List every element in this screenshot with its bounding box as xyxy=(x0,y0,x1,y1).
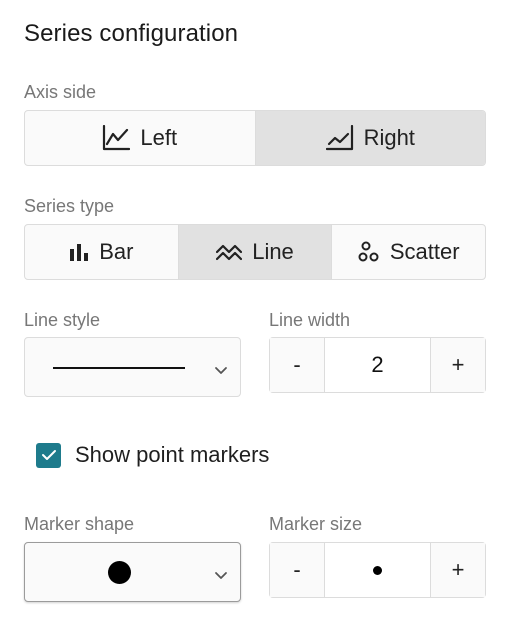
filled-circle-icon xyxy=(108,561,131,584)
panel-title: Series configuration xyxy=(24,20,239,47)
axis-side-right-button[interactable]: Right xyxy=(254,111,485,165)
marker-shape-label: Marker shape xyxy=(24,514,135,534)
series-type-bar-label: Bar xyxy=(99,239,134,264)
series-type-scatter-button[interactable]: Scatter xyxy=(331,225,485,279)
marker-size-label: Marker size xyxy=(269,514,363,534)
chevron-down-icon xyxy=(214,362,228,380)
marker-size-decrement-button[interactable]: - xyxy=(270,543,325,597)
line-width-increment-button[interactable]: + xyxy=(430,338,485,392)
series-type-label: Series type xyxy=(24,196,115,216)
axis-side-toggle: Left Right xyxy=(24,110,486,166)
axis-side-left-button[interactable]: Left xyxy=(25,111,255,165)
solid-line-swatch xyxy=(53,367,185,369)
line-width-value[interactable]: 2 xyxy=(325,338,430,392)
line-style-label: Line style xyxy=(24,310,101,330)
scatter-icon xyxy=(358,241,380,263)
line-chart-left-icon xyxy=(102,125,131,151)
check-icon xyxy=(41,450,56,460)
series-type-scatter-label: Scatter xyxy=(389,239,460,264)
series-type-toggle: Bar Line Scatter xyxy=(24,224,486,280)
axis-side-label: Axis side xyxy=(24,82,97,102)
marker-size-increment-button[interactable]: + xyxy=(430,543,485,597)
show-markers-checkbox[interactable] xyxy=(36,442,61,468)
line-width-label: Line width xyxy=(269,310,351,330)
show-markers-label[interactable]: Show point markers xyxy=(75,442,269,468)
small-dot-icon xyxy=(373,565,382,575)
series-type-line-label: Line xyxy=(252,239,294,264)
chevron-down-icon xyxy=(214,567,228,585)
marker-size-stepper: - + xyxy=(269,542,486,598)
marker-size-value[interactable] xyxy=(325,543,430,597)
line-chart-right-icon xyxy=(325,125,354,151)
line-width-stepper: - 2 + xyxy=(269,337,486,393)
series-type-bar-button[interactable]: Bar xyxy=(25,225,178,279)
line-zigzag-icon xyxy=(216,243,243,261)
axis-side-left-label: Left xyxy=(140,125,178,150)
line-width-decrement-button[interactable]: - xyxy=(270,338,325,392)
axis-side-right-label: Right xyxy=(363,125,415,150)
marker-shape-select[interactable] xyxy=(24,542,241,602)
bar-chart-icon xyxy=(69,242,89,262)
show-markers-row: Show point markers xyxy=(36,442,269,468)
line-style-select[interactable] xyxy=(24,337,241,397)
series-type-line-button[interactable]: Line xyxy=(177,225,332,279)
